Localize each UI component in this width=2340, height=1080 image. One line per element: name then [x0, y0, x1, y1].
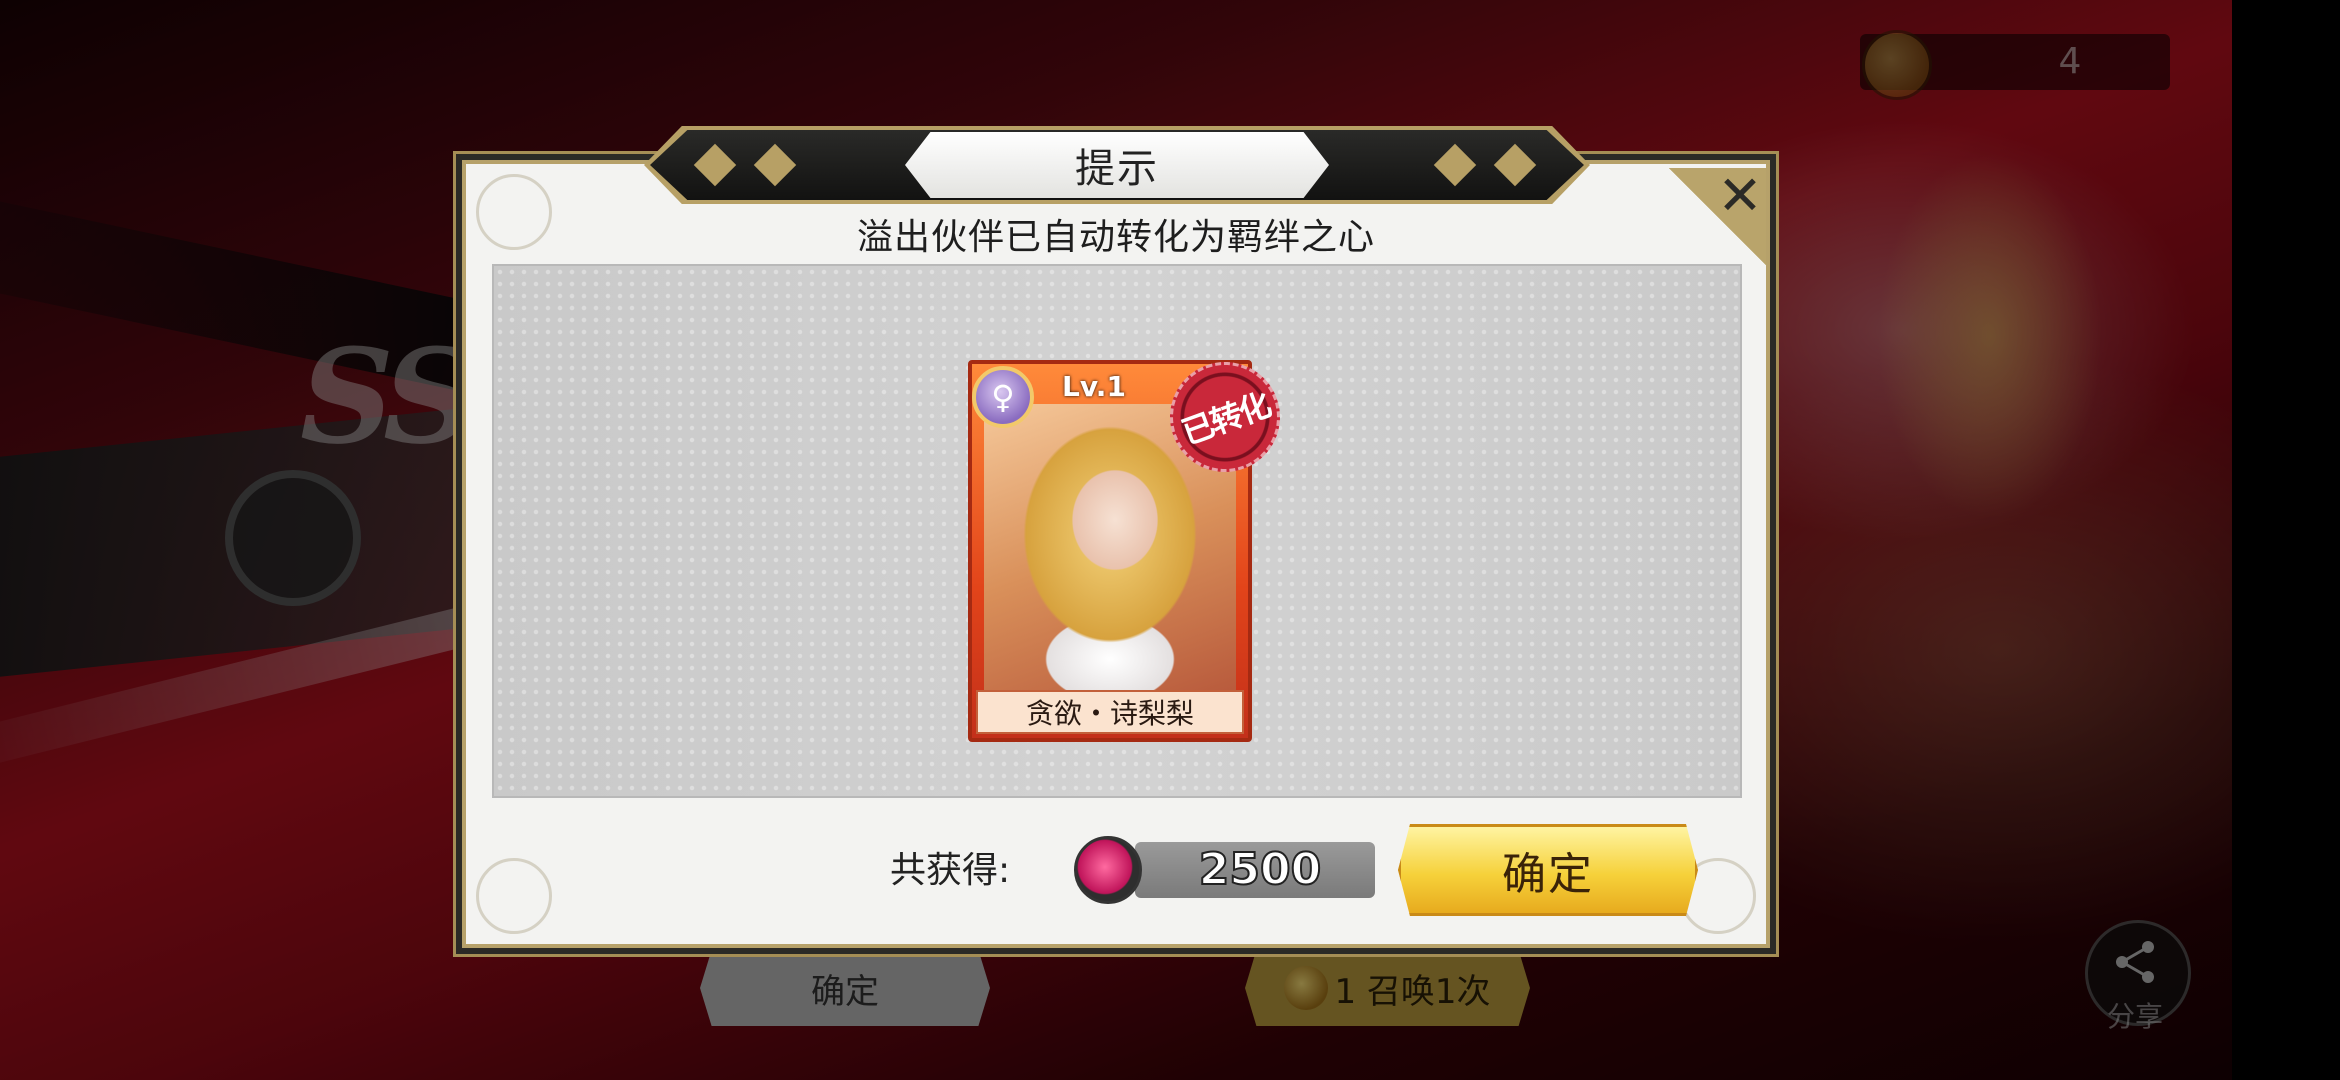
attribute-symbol-icon: ♀ [991, 378, 1015, 416]
bond-heart-icon [1074, 836, 1142, 904]
total-label: 共获得: [890, 850, 1011, 891]
card-name: 贪欲・诗梨梨 [976, 690, 1244, 734]
screen-edge-bar [2232, 0, 2340, 1080]
dialog-message: 溢出伙伴已自动转化为羁绊之心 [856, 217, 1375, 258]
confirm-button[interactable]: 确定 [1398, 824, 1698, 916]
game-screen: SS 4 确定 1 召唤1次 分享 提示 ✕ 溢出伙伴已自动转化为羁绊之心 ♀ … [0, 0, 2340, 1080]
stamp-label: 已转化 [1176, 385, 1275, 453]
dialog-title: 提示 [905, 132, 1329, 198]
bond-heart-amount: 2500 [1198, 843, 1322, 896]
corner-ornament-icon [476, 858, 552, 934]
card-level: Lv.1 [1062, 370, 1126, 403]
